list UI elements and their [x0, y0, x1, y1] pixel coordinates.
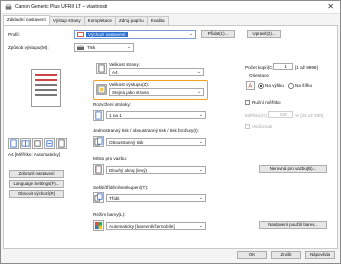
- page-size-select[interactable]: A4 ⌄: [109, 68, 204, 76]
- binding-value: Dlouhý okraj (levý): [109, 168, 148, 173]
- edit-profile-button[interactable]: Upravit(2)...: [247, 30, 281, 38]
- copies-value: 1: [284, 64, 287, 69]
- portrait-radio[interactable]: [258, 83, 264, 89]
- stapling-label: Sešití/třídění/seskupení(T):: [93, 185, 149, 190]
- binding-select[interactable]: Dlouhý okraj (levý) ⌄: [106, 166, 206, 174]
- window-title: Canon Generic Plus UFRII LT – vlastnosti: [15, 4, 108, 10]
- color-mode-label: Režim barvy(L):: [93, 212, 126, 217]
- page-size-label: Velikost strany:: [109, 62, 140, 67]
- duplex-icon: [93, 136, 104, 147]
- cancel-button[interactable]: Zrušit: [271, 251, 301, 259]
- tab-basic-settings[interactable]: Základní nastavení: [3, 15, 50, 25]
- portrait-label: Na výšku: [265, 83, 284, 88]
- scaling-label: Měřítko(G):: [245, 113, 269, 118]
- print-style-value: Oboustranný tisk: [109, 140, 144, 145]
- chevron-down-icon: ⌄: [196, 89, 201, 95]
- chevron-down-icon: ⌄: [198, 223, 203, 229]
- output-method-select[interactable]: Tisk ⌄: [74, 43, 134, 52]
- page-size-value: A4: [112, 70, 118, 75]
- tab-page-output[interactable]: Výstup strany: [48, 16, 85, 25]
- preview-icon-5: [56, 138, 67, 149]
- output-size-select[interactable]: Stejná jako strana ⌄: [109, 88, 204, 96]
- collate-icon: [93, 192, 104, 203]
- profile-icon: [77, 32, 84, 37]
- binding-location-button[interactable]: Nerovná pro vazbu(B)...: [259, 165, 327, 173]
- layout-select[interactable]: 1 na 1 ⌄: [106, 111, 206, 119]
- scaling-value: 100: [279, 112, 287, 117]
- color-mode-select[interactable]: Automaticky [barevně/černobíle] ⌄: [106, 222, 206, 230]
- color-mode-icon: [93, 220, 104, 231]
- copies-range: [1 až 9999]: [295, 65, 318, 70]
- watermark-checkbox[interactable]: [245, 124, 250, 129]
- landscape-radio[interactable]: [288, 83, 294, 89]
- profile-label: Profil:: [8, 32, 20, 37]
- chevron-down-icon: ⌄: [198, 167, 203, 173]
- binding-label: Místo pro vazbu:: [93, 156, 127, 161]
- layout-value: 1 na 1: [109, 113, 122, 118]
- chevron-down-icon: ⌄: [198, 139, 203, 145]
- scaling-range: % [25 až 200]: [295, 113, 324, 118]
- color-settings-button[interactable]: Nastavení použití barev...: [259, 221, 327, 229]
- preview-icon-2: [20, 138, 31, 149]
- chevron-down-icon: ⌄: [188, 31, 193, 37]
- preview-line: [35, 89, 57, 91]
- output-method-label: Způsob výstupu(M):: [8, 45, 49, 50]
- output-method-value: Tisk: [87, 45, 96, 50]
- print-icon: [77, 45, 84, 50]
- output-size-label: Velikost výstupu(Z):: [109, 82, 150, 87]
- help-button[interactable]: Nápověda: [305, 251, 335, 259]
- tab-quality[interactable]: Kvalita: [146, 16, 169, 25]
- tab-finishing[interactable]: Kompletace: [83, 16, 116, 25]
- basic-settings-panel: [3, 25, 338, 249]
- preview-line: [35, 84, 57, 86]
- page-size-icon: [96, 63, 107, 74]
- layout-label: Rozvržení stránky:: [93, 102, 132, 107]
- ok-button[interactable]: OK: [237, 251, 267, 259]
- title-bar: Canon Generic Plus UFRII LT – vlastnosti…: [1, 1, 340, 14]
- output-size-icon: [96, 84, 107, 95]
- layout-icon: [93, 110, 104, 121]
- chevron-down-icon: ⌄: [198, 195, 203, 201]
- stapling-value: Třídit: [109, 196, 120, 201]
- binding-icon: [93, 164, 104, 175]
- orientation-label: Orientace: [249, 73, 269, 78]
- copies-input[interactable]: 1: [273, 63, 293, 70]
- add-profile-button[interactable]: Přidat(1)...: [201, 30, 235, 38]
- stapling-select[interactable]: Třídit ⌄: [106, 194, 206, 202]
- watermark-label: Vodoznak: [252, 124, 273, 129]
- tab-strip: Základní nastavení Výstup strany Komplet…: [3, 15, 169, 25]
- chevron-down-icon: ⌄: [196, 69, 201, 75]
- output-size-value: Stejná jako strana: [112, 90, 149, 95]
- preview-line: [35, 74, 57, 76]
- close-icon[interactable]: ✕: [327, 2, 334, 11]
- preview-line: [35, 94, 57, 96]
- print-style-label: Jednostranný tisk / oboustranný tisk / t…: [93, 128, 199, 133]
- preview-caption: A4 [Měřítko: Automaticky]: [8, 152, 61, 157]
- tab-paper-source[interactable]: Zdroj papíru: [114, 16, 148, 25]
- page-preview: [31, 69, 61, 107]
- profile-select[interactable]: Výchozí nastavení ⌄: [74, 30, 196, 39]
- printer-icon: [5, 4, 12, 10]
- manual-scaling-label: Ruční měřítko: [252, 100, 281, 105]
- language-settings-button[interactable]: Language Settings(F)...: [9, 180, 64, 188]
- view-settings-button[interactable]: Zobrazit nastavení: [9, 170, 64, 178]
- landscape-label: Na šířku: [295, 83, 313, 88]
- chevron-down-icon: ⌄: [126, 44, 131, 50]
- scaling-input[interactable]: 100: [268, 111, 293, 118]
- color-mode-value: Automaticky [barevně/černobíle]: [109, 224, 175, 229]
- copies-label: Počet kopií(C):: [245, 65, 276, 70]
- chevron-down-icon: ⌄: [198, 112, 203, 118]
- preview-line: [35, 79, 57, 81]
- orientation-icon: A: [246, 81, 255, 90]
- svg-text:A: A: [248, 84, 252, 89]
- manual-scaling-checkbox[interactable]: [245, 100, 250, 105]
- preview-icon-3: [32, 138, 43, 149]
- print-style-select[interactable]: Oboustranný tisk ⌄: [106, 138, 206, 146]
- profile-value: Výchozí nastavení: [86, 32, 128, 37]
- printer-properties-window: Canon Generic Plus UFRII LT – vlastnosti…: [0, 0, 341, 264]
- preview-icon-4: [44, 138, 55, 149]
- restore-defaults-button[interactable]: Obnovit výchozí(R): [9, 190, 64, 198]
- preview-icon-1: [8, 138, 19, 149]
